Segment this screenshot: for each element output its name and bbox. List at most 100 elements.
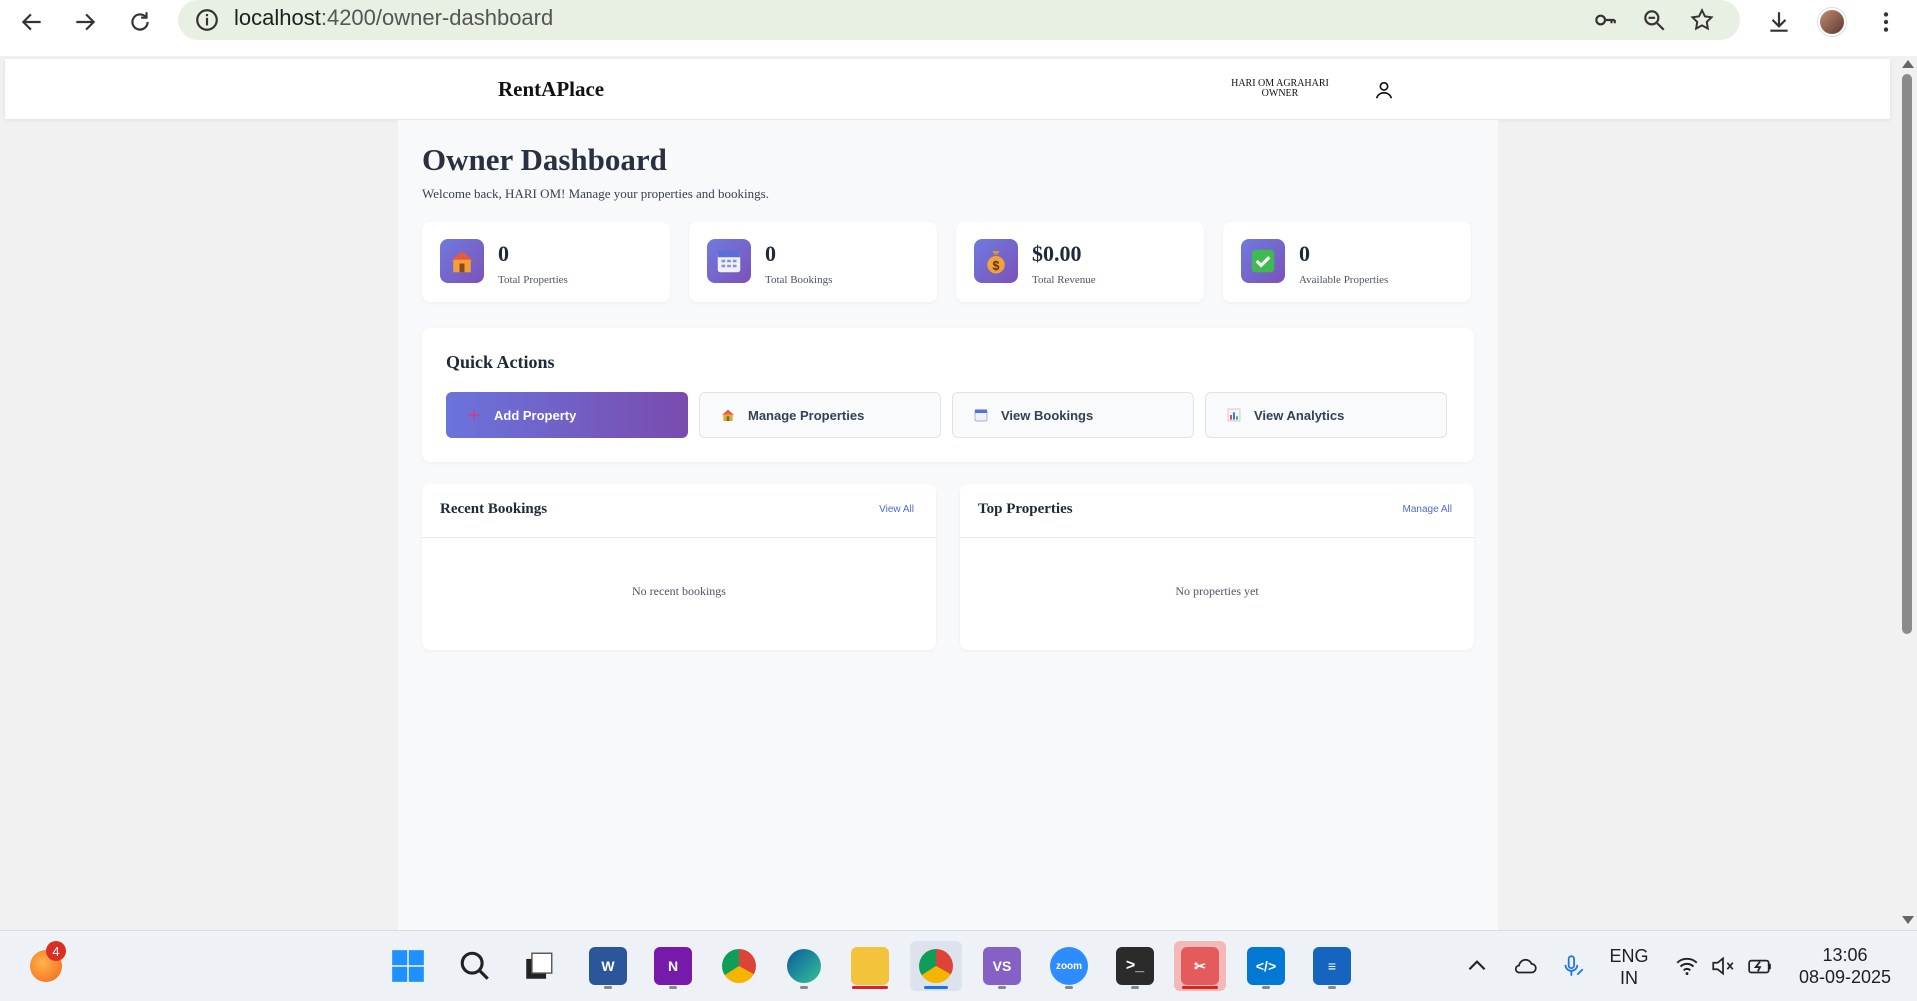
star-icon bbox=[1690, 8, 1714, 31]
user-role: OWNER bbox=[1261, 88, 1299, 99]
top-properties-header: Top Properties Manage All bbox=[960, 484, 1474, 538]
clock[interactable]: 13:06 08-09-2025 bbox=[1790, 944, 1900, 988]
page-title: Owner Dashboard bbox=[422, 142, 667, 177]
house-icon bbox=[720, 407, 736, 423]
check-icon bbox=[1241, 239, 1285, 283]
stat-card-total-bookings: 0 Total Bookings bbox=[689, 222, 937, 302]
bar-chart-icon bbox=[1226, 407, 1242, 423]
manage-properties-button[interactable]: Manage Properties bbox=[699, 392, 941, 438]
folder-icon bbox=[851, 947, 889, 985]
microphone-icon bbox=[1564, 955, 1584, 976]
taskbar-database-app[interactable]: ≡ bbox=[1306, 941, 1358, 991]
forward-arrow-icon bbox=[76, 13, 96, 31]
stat-value: 0 bbox=[765, 241, 776, 266]
top-properties-empty: No properties yet bbox=[1175, 584, 1259, 598]
taskbar-visual-studio[interactable]: VS bbox=[976, 941, 1028, 991]
password-key-button[interactable] bbox=[1590, 5, 1620, 35]
scroll-down-arrow-icon[interactable] bbox=[1902, 916, 1914, 924]
taskbar-edge[interactable] bbox=[778, 941, 830, 991]
taskbar-chrome-profile[interactable] bbox=[910, 941, 962, 991]
site-info-icon[interactable] bbox=[194, 7, 220, 33]
page-subtitle: Welcome back, HARI OM! Manage your prope… bbox=[422, 186, 769, 201]
stat-card-total-properties: 0 Total Properties bbox=[422, 222, 670, 302]
url-host: localhost bbox=[234, 5, 321, 30]
user-info[interactable]: HARI OM AGRAHARI OWNER bbox=[1215, 79, 1345, 99]
vscode-icon: </> bbox=[1247, 947, 1285, 985]
start-button[interactable] bbox=[382, 941, 434, 991]
search-icon bbox=[460, 951, 489, 980]
onedrive-button[interactable] bbox=[1510, 951, 1540, 981]
url-text[interactable]: localhost:4200/owner-dashboard bbox=[234, 5, 553, 31]
download-icon bbox=[1770, 12, 1788, 32]
task-view-button[interactable] bbox=[513, 941, 565, 991]
forward-button[interactable] bbox=[67, 4, 103, 40]
brand-logo[interactable]: RentAPlace bbox=[498, 77, 604, 102]
zoom-button[interactable] bbox=[1639, 5, 1669, 35]
profile-button[interactable] bbox=[1814, 4, 1850, 40]
wifi-button[interactable] bbox=[1672, 951, 1702, 981]
microphone-button[interactable] bbox=[1558, 951, 1588, 981]
view-bookings-button[interactable]: View Bookings bbox=[952, 392, 1194, 438]
running-indicator bbox=[800, 986, 808, 989]
search-button[interactable] bbox=[449, 941, 501, 991]
profile-avatar bbox=[1818, 8, 1846, 36]
page-scrollbar[interactable] bbox=[1897, 56, 1917, 930]
more-vertical-icon bbox=[1883, 12, 1889, 32]
address-bar[interactable]: localhost:4200/owner-dashboard bbox=[178, 0, 1740, 40]
taskbar-file-explorer[interactable] bbox=[844, 941, 896, 991]
reload-button[interactable] bbox=[122, 4, 158, 40]
edge-icon bbox=[787, 949, 821, 983]
taskbar-word[interactable]: W bbox=[582, 941, 634, 991]
key-icon bbox=[1595, 14, 1616, 26]
user-icon[interactable] bbox=[1373, 79, 1395, 101]
browser-toolbar: localhost:4200/owner-dashboard bbox=[0, 0, 1917, 56]
recent-bookings-card: Recent Bookings View All No recent booki… bbox=[422, 484, 936, 650]
app-header: RentAPlace HARI OM AGRAHARI OWNER bbox=[5, 59, 1890, 119]
back-button[interactable] bbox=[14, 4, 50, 40]
top-properties-title: Top Properties bbox=[978, 501, 1073, 517]
taskbar-chrome[interactable] bbox=[713, 941, 765, 991]
wifi-icon bbox=[1676, 957, 1698, 975]
running-indicator bbox=[998, 986, 1006, 989]
taskbar-onenote[interactable]: N bbox=[647, 941, 699, 991]
taskbar-zoom[interactable]: zoom bbox=[1043, 941, 1095, 991]
region-code: IN bbox=[1620, 968, 1638, 988]
stat-label: Total Bookings bbox=[765, 274, 833, 286]
manage-properties-label: Manage Properties bbox=[748, 407, 865, 423]
battery-charging-icon bbox=[1748, 959, 1771, 974]
downloads-button[interactable] bbox=[1761, 4, 1797, 40]
taskbar-vscode[interactable]: </> bbox=[1240, 941, 1292, 991]
manage-all-link[interactable]: Manage All bbox=[1403, 504, 1452, 515]
widgets-button[interactable]: 4 bbox=[20, 941, 72, 991]
stat-label: Total Revenue bbox=[1032, 274, 1096, 286]
visual-studio-icon: VS bbox=[983, 947, 1021, 985]
browser-menu-button[interactable] bbox=[1868, 4, 1904, 40]
show-hidden-icons-button[interactable] bbox=[1462, 951, 1492, 981]
view-analytics-label: View Analytics bbox=[1254, 407, 1345, 423]
view-analytics-button[interactable]: View Analytics bbox=[1205, 392, 1447, 438]
database-icon: ≡ bbox=[1313, 947, 1351, 985]
add-property-button[interactable]: Add Property bbox=[446, 392, 688, 438]
taskbar-terminal[interactable]: >_ bbox=[1109, 941, 1161, 991]
clock-time: 13:06 bbox=[1822, 945, 1868, 965]
recent-bookings-header: Recent Bookings View All bbox=[422, 484, 936, 538]
running-indicator bbox=[669, 986, 677, 989]
stat-card-available-properties: 0 Available Properties bbox=[1223, 222, 1471, 302]
view-bookings-label: View Bookings bbox=[1001, 407, 1094, 423]
view-all-link[interactable]: View All bbox=[879, 504, 914, 515]
running-indicator bbox=[1182, 986, 1218, 989]
running-indicator bbox=[852, 986, 888, 989]
volume-button[interactable] bbox=[1708, 951, 1738, 981]
bookmark-button[interactable] bbox=[1687, 5, 1717, 35]
battery-button[interactable] bbox=[1745, 951, 1775, 981]
scroll-thumb[interactable] bbox=[1902, 74, 1912, 634]
stat-label: Available Properties bbox=[1299, 274, 1389, 286]
windows-logo-icon bbox=[392, 950, 424, 982]
taskbar-snipping-tool[interactable]: ✂ bbox=[1174, 941, 1226, 991]
stat-value: $0.00 bbox=[1032, 241, 1082, 266]
scroll-up-arrow-icon[interactable] bbox=[1902, 60, 1914, 68]
quick-actions-card: Quick Actions Add Property Manage Proper… bbox=[422, 328, 1474, 462]
money-bag-icon: $ bbox=[974, 239, 1018, 283]
language-indicator[interactable]: ENG IN bbox=[1606, 945, 1652, 989]
volume-muted-icon bbox=[1712, 956, 1734, 976]
